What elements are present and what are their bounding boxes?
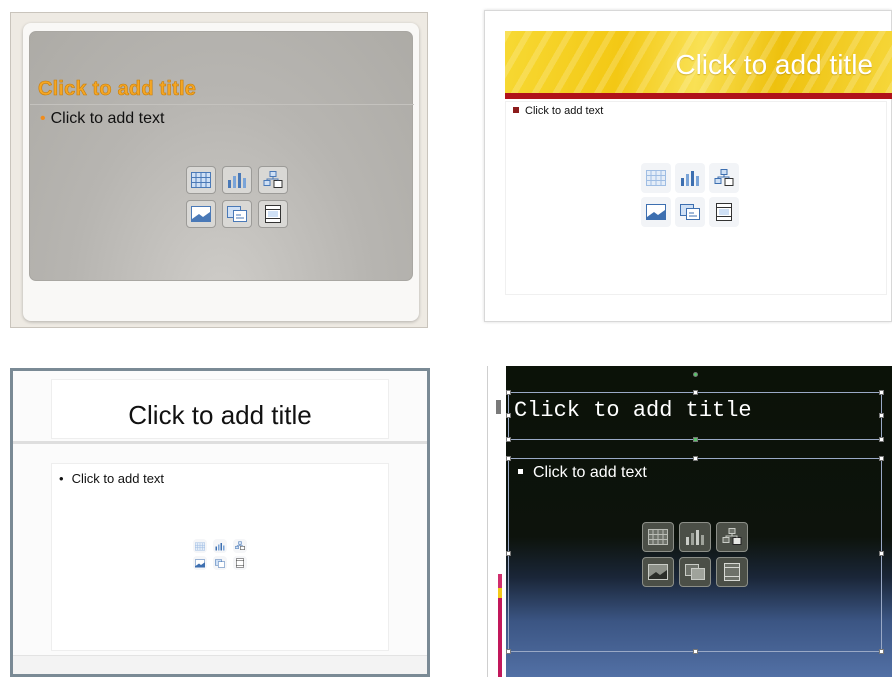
smartart-icon[interactable] xyxy=(233,539,247,553)
title-divider xyxy=(30,104,414,105)
title-placeholder: Click to add title xyxy=(128,400,312,430)
resize-handle[interactable] xyxy=(879,551,884,556)
title-placeholder[interactable]: Click to add title xyxy=(675,49,873,81)
title-placeholder-box[interactable]: Click to add title xyxy=(51,379,389,439)
table-icon[interactable] xyxy=(186,166,216,194)
title-placeholder[interactable]: Click to add title xyxy=(514,398,752,423)
body-placeholder-text: Click to add text xyxy=(533,464,647,481)
slide-thumbnail-3[interactable]: Click to add title • Click to add text xyxy=(10,368,430,677)
slide-footer-strip xyxy=(13,655,427,674)
color-accent-marker xyxy=(498,574,502,588)
body-placeholder[interactable]: Click to add text xyxy=(513,105,603,117)
color-accent-marker xyxy=(498,588,502,598)
bullet-icon xyxy=(513,107,519,113)
table-icon[interactable] xyxy=(641,163,671,193)
chart-icon[interactable] xyxy=(679,522,711,552)
body-placeholder-text: Click to add text xyxy=(50,110,165,127)
resize-handle[interactable] xyxy=(879,456,884,461)
movie-icon[interactable] xyxy=(233,556,247,570)
title-underline-bar xyxy=(505,93,892,99)
resize-handle[interactable] xyxy=(879,437,884,442)
movie-icon[interactable] xyxy=(716,557,748,587)
resize-handle[interactable] xyxy=(693,649,698,654)
clip-art-icon[interactable] xyxy=(213,556,227,570)
smartart-icon[interactable] xyxy=(709,163,739,193)
resize-handle[interactable] xyxy=(693,390,698,395)
chart-icon[interactable] xyxy=(222,166,252,194)
movie-icon[interactable] xyxy=(709,197,739,227)
table-icon[interactable] xyxy=(193,539,207,553)
chart-icon[interactable] xyxy=(213,539,227,553)
picture-icon[interactable] xyxy=(641,197,671,227)
body-placeholder[interactable]: • Click to add text xyxy=(59,471,164,486)
content-placeholder-icons xyxy=(186,166,288,228)
resize-handle[interactable] xyxy=(506,437,511,442)
content-placeholder-icons xyxy=(642,522,748,587)
bullet-icon xyxy=(518,469,523,474)
table-icon[interactable] xyxy=(642,522,674,552)
body-placeholder[interactable]: Click to add text xyxy=(518,464,647,482)
title-placeholder[interactable]: Click to add title xyxy=(38,78,196,101)
content-placeholder-icons xyxy=(193,539,247,570)
body-placeholder-text: Click to add text xyxy=(71,471,165,486)
picture-icon[interactable] xyxy=(186,200,216,228)
resize-handle[interactable] xyxy=(506,456,511,461)
resize-handle[interactable] xyxy=(506,551,511,556)
clip-art-icon[interactable] xyxy=(675,197,705,227)
resize-handle[interactable] xyxy=(879,413,884,418)
rotate-handle[interactable] xyxy=(693,372,698,377)
content-placeholder-icons xyxy=(641,163,739,227)
resize-handle[interactable] xyxy=(879,390,884,395)
slide-thumbnail-4[interactable]: Click to add title Click to add text xyxy=(487,366,892,677)
resize-handle[interactable] xyxy=(506,649,511,654)
smartart-icon[interactable] xyxy=(258,166,288,194)
resize-handle[interactable] xyxy=(879,649,884,654)
clip-art-icon[interactable] xyxy=(222,200,252,228)
chart-icon[interactable] xyxy=(675,163,705,193)
body-placeholder[interactable]: • Click to add text xyxy=(40,110,164,128)
clip-art-icon[interactable] xyxy=(679,557,711,587)
body-placeholder-text: Click to add text xyxy=(525,105,604,117)
title-divider xyxy=(13,441,427,444)
rotate-handle[interactable] xyxy=(693,437,698,442)
resize-handle[interactable] xyxy=(506,390,511,395)
color-accent-bar xyxy=(498,598,502,677)
picture-icon[interactable] xyxy=(642,557,674,587)
slide-thumbnail-1[interactable]: Click to add title • Click to add text xyxy=(10,12,428,328)
smartart-icon[interactable] xyxy=(716,522,748,552)
movie-icon[interactable] xyxy=(258,200,288,228)
slide-thumbnail-2[interactable]: Click to add title Click to add text xyxy=(484,10,892,322)
bullet-icon: • xyxy=(59,471,64,486)
slide-1-content-area: Click to add title • Click to add text xyxy=(29,31,414,281)
slide-marker xyxy=(496,400,501,414)
bullet-icon: • xyxy=(40,110,46,127)
picture-icon[interactable] xyxy=(193,556,207,570)
resize-handle[interactable] xyxy=(693,456,698,461)
slide-1-frame: Click to add title • Click to add text xyxy=(23,23,419,321)
resize-handle[interactable] xyxy=(506,413,511,418)
